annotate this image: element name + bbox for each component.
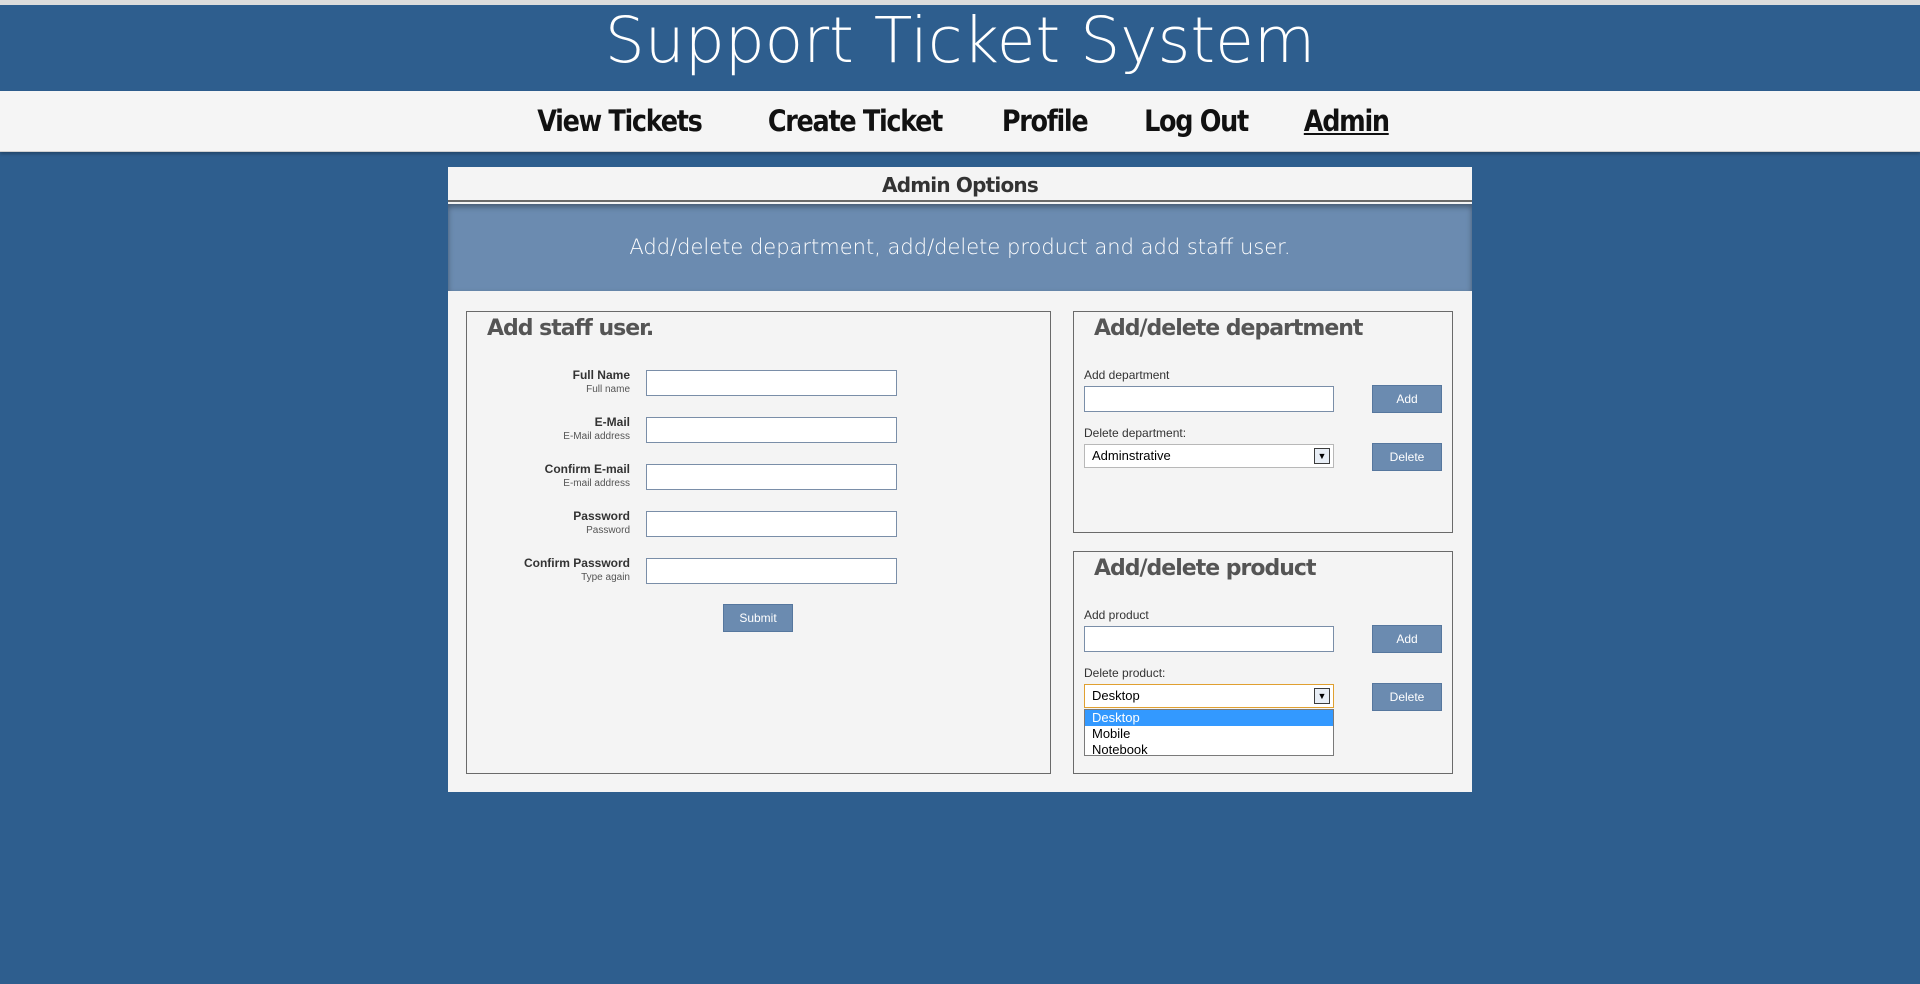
site-title: Support Ticket System xyxy=(604,4,1316,77)
email-input[interactable] xyxy=(646,417,897,443)
nav-admin[interactable]: Admin xyxy=(1303,104,1389,138)
department-heading: Add/delete department xyxy=(1094,316,1363,341)
email-label-text: E-Mail xyxy=(594,415,630,429)
dropdown-option-notebook[interactable]: Notebook xyxy=(1085,742,1333,758)
submit-button[interactable]: Submit xyxy=(723,604,793,632)
form-row-email: E-Mail E-Mail address xyxy=(467,415,1052,455)
password-label-text: Password xyxy=(573,509,630,523)
add-department-button[interactable]: Add xyxy=(1372,385,1442,413)
product-dropdown-list: Desktop Mobile Notebook xyxy=(1084,709,1334,758)
form-row-confirm-password: Confirm Password Type again xyxy=(467,556,1052,596)
form-row-full-name: Full Name Full name xyxy=(467,368,1052,408)
add-department-label: Add department xyxy=(1084,368,1170,382)
confirm-email-label-text: Confirm E-mail xyxy=(544,462,630,476)
department-panel: Add/delete department Add department Add… xyxy=(1073,311,1453,533)
main-nav: View Tickets Create Ticket Profile Log O… xyxy=(0,91,1920,152)
nav-view-tickets[interactable]: View Tickets xyxy=(537,104,703,138)
add-product-input[interactable] xyxy=(1084,626,1334,652)
form-row-confirm-email: Confirm E-mail E-mail address xyxy=(467,462,1052,502)
page-title: Admin Options xyxy=(448,167,1472,202)
add-product-button[interactable]: Add xyxy=(1372,625,1442,653)
add-product-label: Add product xyxy=(1084,608,1149,622)
full-name-label: Full Name Full name xyxy=(573,368,630,397)
admin-panel: Admin Options Add/delete department, add… xyxy=(448,167,1472,792)
product-heading: Add/delete product xyxy=(1094,556,1316,581)
confirm-email-hint: E-mail address xyxy=(563,478,630,489)
confirm-email-label: Confirm E-mail E-mail address xyxy=(545,462,630,491)
full-name-label-text: Full Name xyxy=(572,368,630,382)
confirm-password-label: Confirm Password Type again xyxy=(524,556,630,585)
nav-create-ticket[interactable]: Create Ticket xyxy=(767,104,942,138)
password-input[interactable] xyxy=(646,511,897,537)
department-select-value: Adminstrative xyxy=(1092,448,1171,463)
delete-product-label: Delete product: xyxy=(1084,666,1166,680)
confirm-email-input[interactable] xyxy=(646,464,897,490)
password-label: Password Password xyxy=(573,509,630,538)
product-panel: Add/delete product Add product Add Delet… xyxy=(1073,551,1453,774)
add-staff-heading: Add staff user. xyxy=(487,316,654,341)
form-row-password: Password Password xyxy=(467,509,1052,549)
email-label: E-Mail E-Mail address xyxy=(563,415,630,444)
delete-department-button[interactable]: Delete xyxy=(1372,443,1442,471)
dropdown-option-mobile[interactable]: Mobile xyxy=(1085,726,1333,742)
confirm-password-hint: Type again xyxy=(581,572,630,583)
email-hint: E-Mail address xyxy=(563,431,630,442)
product-select-value: Desktop xyxy=(1092,688,1140,703)
nav-log-out[interactable]: Log Out xyxy=(1144,104,1249,138)
chevron-down-icon[interactable]: ▼ xyxy=(1314,688,1330,704)
confirm-password-label-text: Confirm Password xyxy=(523,556,630,570)
dropdown-option-desktop[interactable]: Desktop xyxy=(1085,710,1333,726)
add-department-input[interactable] xyxy=(1084,386,1334,412)
product-select[interactable]: Desktop ▼ xyxy=(1084,684,1334,708)
delete-department-label: Delete department: xyxy=(1084,426,1187,440)
add-staff-user-panel: Add staff user. Full Name Full name E-Ma… xyxy=(466,311,1051,774)
confirm-password-input[interactable] xyxy=(646,558,897,584)
delete-product-button[interactable]: Delete xyxy=(1372,683,1442,711)
chevron-down-icon[interactable]: ▼ xyxy=(1314,448,1330,464)
department-select[interactable]: Adminstrative ▼ xyxy=(1084,444,1334,468)
full-name-input[interactable] xyxy=(646,370,897,396)
nav-profile[interactable]: Profile xyxy=(1002,104,1089,138)
admin-banner: Add/delete department, add/delete produc… xyxy=(448,204,1472,291)
full-name-hint: Full name xyxy=(586,384,630,395)
password-hint: Password xyxy=(586,525,630,536)
